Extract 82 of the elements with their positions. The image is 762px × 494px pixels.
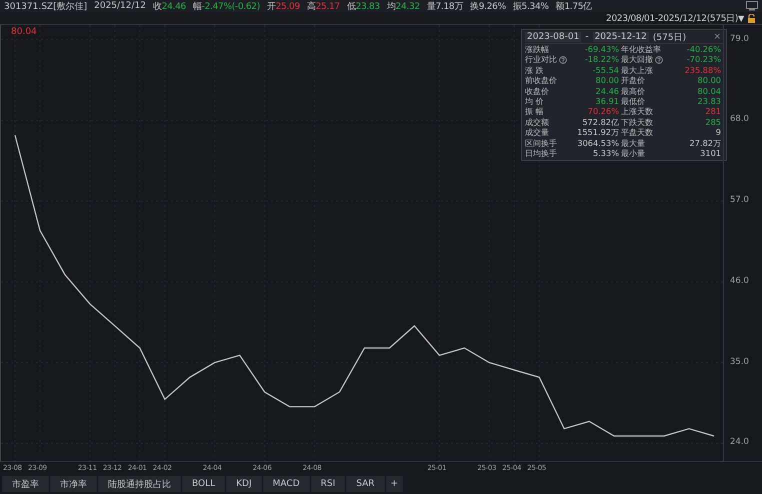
stat-value: -18.22% — [584, 54, 619, 65]
indicator-tab[interactable]: 市净率 — [50, 476, 97, 492]
axis-label: 68.0 — [730, 114, 749, 124]
quote-field: 额1.75亿 — [556, 0, 592, 12]
stat-label: 最高价 — [621, 86, 645, 96]
quote-field: 高25.17 — [306, 0, 340, 12]
add-tab-button[interactable]: + — [386, 476, 404, 492]
help-icon[interactable] — [559, 56, 567, 64]
stat-label: 最大回撤 — [621, 54, 653, 65]
stat-value: 235.88% — [684, 64, 721, 76]
indicator-tab[interactable]: 陆股通持股占比 — [98, 476, 181, 492]
stat-value: 80.00 — [696, 75, 721, 86]
stat-label: 前收盘价 — [525, 75, 557, 86]
stat-label: 涨跌幅 — [525, 44, 549, 54]
range-selector[interactable]: 2023/08/01-2025/12/12(575日)▼ — [606, 12, 744, 24]
stat-value: 24.46 — [594, 86, 619, 96]
stat-value: -70.23% — [686, 54, 721, 65]
axis-label: 57.0 — [730, 195, 749, 206]
stat-value: 27.82万 — [688, 138, 721, 148]
start-date-field[interactable]: 2023-08-01 — [525, 32, 582, 42]
stat-label: 下跌天数 — [621, 116, 653, 128]
stock-code: 301371.SZ[敷尔佳] — [4, 0, 88, 12]
indicator-tab[interactable]: SAR — [346, 476, 385, 492]
stat-label: 上涨天数 — [621, 106, 653, 117]
quote-field: 量7.18万 — [426, 0, 464, 12]
stat-label: 平盘天数 — [621, 127, 653, 138]
close-button[interactable]: × — [711, 32, 723, 42]
quote-field: 低23.83 — [346, 0, 380, 12]
stat-value: 285 — [704, 116, 721, 128]
stat-label: 日均换手 — [525, 148, 557, 158]
stat-label: 最小量 — [621, 148, 645, 158]
indicator-tab[interactable]: RSI — [310, 476, 346, 492]
stat-label: 年化收益率 — [621, 44, 661, 54]
day-count: (575日) — [652, 32, 686, 44]
stat-value: -55.54 — [592, 64, 619, 76]
help-icon[interactable] — [655, 56, 663, 64]
axis-label: 24.0 — [730, 437, 749, 448]
stat-value: 23.83 — [696, 96, 721, 106]
stat-value: -40.26% — [686, 44, 721, 54]
quote-field: 振5.34% — [512, 0, 549, 12]
stat-label: 行业对比 — [525, 54, 557, 65]
stat-label: 均 价 — [525, 96, 544, 106]
stat-label: 最大上涨 — [621, 64, 653, 76]
end-date-field[interactable]: 2025-12-12 — [592, 32, 649, 42]
date-separator: - — [585, 32, 589, 42]
stat-label: 振 幅 — [525, 106, 544, 117]
stat-value: 1551.92万 — [576, 127, 619, 138]
indicator-tab[interactable]: MACD — [262, 476, 310, 492]
axis-label: 35.0 — [730, 356, 749, 367]
stat-value: 572.82亿 — [581, 116, 619, 128]
stat-label: 开盘价 — [621, 75, 645, 86]
quote-field: 收24.46 — [153, 0, 186, 12]
max-price-label: 80.04 — [11, 27, 37, 37]
stat-value: -69.43% — [584, 44, 619, 54]
stat-label: 最低价 — [621, 96, 645, 106]
stat-label: 涨 跌 — [525, 64, 544, 76]
stat-value: 70.26% — [586, 106, 619, 117]
stat-label: 收盘价 — [525, 86, 549, 96]
stat-value: 80.04 — [696, 86, 721, 96]
quote-field: 均24.32 — [386, 0, 420, 12]
stat-label: 成交额 — [525, 116, 549, 128]
lock-icon[interactable] — [747, 14, 756, 22]
stat-value: 9 — [714, 127, 721, 138]
quote-field: 换9.26% — [470, 0, 506, 12]
stat-value: 281 — [704, 106, 721, 117]
stat-value: 36.91 — [594, 96, 619, 106]
stat-value: 80.00 — [594, 75, 619, 86]
stat-label: 区间换手 — [525, 138, 557, 148]
stat-value: 5.33% — [592, 148, 619, 158]
quote-date: 2025/12/12 — [94, 1, 146, 11]
axis-label: 46.0 — [730, 276, 749, 286]
axis-label: 79.0 — [730, 34, 749, 44]
indicator-tab[interactable]: BOLL — [182, 476, 226, 492]
indicator-tab[interactable]: 市盈率 — [2, 476, 49, 492]
stat-value: 3101 — [699, 148, 721, 158]
quote-field: 幅-2.47%(-0.62) — [192, 0, 260, 12]
indicator-tab[interactable]: KDJ — [226, 476, 262, 492]
stat-value: 3064.53% — [576, 138, 619, 148]
monitor-icon[interactable] — [746, 1, 758, 11]
stat-label: 最大量 — [621, 138, 645, 148]
quote-field: 开25.09 — [266, 0, 300, 12]
stat-label: 成交量 — [525, 127, 549, 138]
